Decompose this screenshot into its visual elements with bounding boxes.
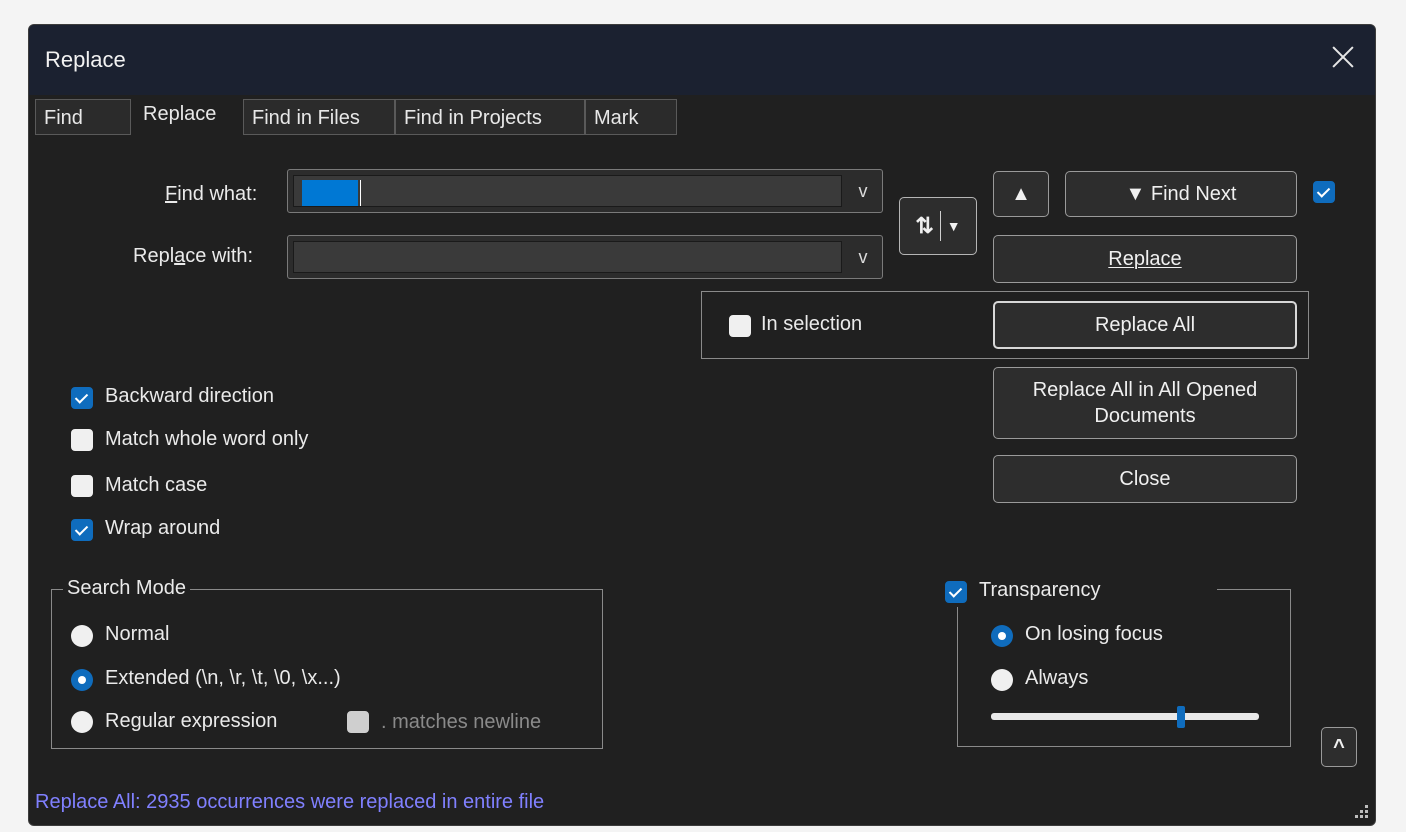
transparency-checkbox[interactable]: [945, 581, 967, 603]
find-previous-button[interactable]: ▲: [993, 171, 1049, 217]
search-mode-title: Search Mode: [63, 577, 190, 600]
replace-button[interactable]: Replace: [993, 235, 1297, 283]
close-button[interactable]: Close: [993, 455, 1297, 503]
title-bar: Replace: [29, 25, 1375, 95]
collapse-button[interactable]: ^: [1321, 727, 1357, 767]
status-message: Replace All: 2935 occurrences were repla…: [35, 791, 545, 813]
resize-grip-icon[interactable]: [1355, 805, 1369, 819]
replace-button-label: Replace: [1108, 248, 1182, 270]
transparency-group: [957, 589, 1291, 747]
close-window-icon[interactable]: [1325, 39, 1361, 75]
backward-direction-label: Backward direction: [105, 385, 274, 407]
wrap-around-label: Wrap around: [105, 517, 221, 539]
tab-find-in-files[interactable]: Find in Files: [243, 99, 395, 135]
always-label: Always: [1025, 667, 1089, 689]
find-next-option-checkbox[interactable]: [1313, 181, 1335, 203]
regex-mode-radio[interactable]: [71, 711, 93, 733]
find-what-dropdown[interactable]: v: [844, 170, 882, 212]
replace-dialog: Replace Find Replace Find in Files Find …: [28, 24, 1376, 826]
find-next-button[interactable]: ▼ Find Next: [1065, 171, 1297, 217]
backward-direction-checkbox[interactable]: [71, 387, 93, 409]
normal-mode-radio[interactable]: [71, 625, 93, 647]
match-case-checkbox[interactable]: [71, 475, 93, 497]
transparency-label: Transparency: [979, 579, 1101, 601]
wrap-around-checkbox[interactable]: [71, 519, 93, 541]
match-case-label: Match case: [105, 474, 208, 496]
in-selection-checkbox[interactable]: [729, 315, 751, 337]
normal-mode-label: Normal: [105, 623, 170, 645]
replace-all-in-opened-documents-button[interactable]: Replace All in All Opened Documents: [993, 367, 1297, 439]
find-what-label: Find what:: [165, 183, 258, 205]
replace-with-combo[interactable]: v: [287, 235, 883, 279]
transparency-slider-thumb[interactable]: [1177, 706, 1186, 728]
swap-icon: ⇅: [915, 213, 934, 238]
on-losing-focus-label: On losing focus: [1025, 623, 1163, 645]
dot-matches-newline-label: . matches newline: [381, 711, 542, 733]
on-losing-focus-radio[interactable]: [991, 625, 1013, 647]
selected-text-highlight: [302, 180, 358, 206]
window-title: Replace: [45, 47, 126, 72]
tab-find-in-projects[interactable]: Find in Projects: [395, 99, 585, 135]
regex-mode-label: Regular expression: [105, 710, 278, 732]
swap-find-replace-button[interactable]: ⇅ ▼: [899, 197, 977, 255]
find-what-input[interactable]: [293, 175, 842, 207]
tab-replace[interactable]: Replace: [134, 95, 240, 135]
replace-with-dropdown[interactable]: v: [844, 236, 882, 278]
always-radio[interactable]: [991, 669, 1013, 691]
replace-with-input[interactable]: [293, 241, 842, 273]
swap-dropdown-icon: ▼: [946, 218, 961, 234]
dot-matches-newline-checkbox[interactable]: [347, 711, 369, 733]
find-what-combo[interactable]: v: [287, 169, 883, 213]
match-whole-word-checkbox[interactable]: [71, 429, 93, 451]
tab-mark[interactable]: Mark: [585, 99, 677, 135]
tab-find[interactable]: Find: [35, 99, 131, 135]
transparency-slider-track[interactable]: [991, 713, 1259, 720]
match-whole-word-label: Match whole word only: [105, 428, 309, 450]
up-arrow-icon: ▲: [1011, 183, 1031, 205]
replace-all-button[interactable]: Replace All: [993, 301, 1297, 349]
replace-with-label: Replace with:: [133, 245, 254, 267]
in-selection-label: In selection: [761, 313, 863, 335]
text-caret: [360, 180, 361, 206]
extended-mode-radio[interactable]: [71, 669, 93, 691]
extended-mode-label: Extended (\n, \r, \t, \0, \x...): [105, 667, 341, 689]
